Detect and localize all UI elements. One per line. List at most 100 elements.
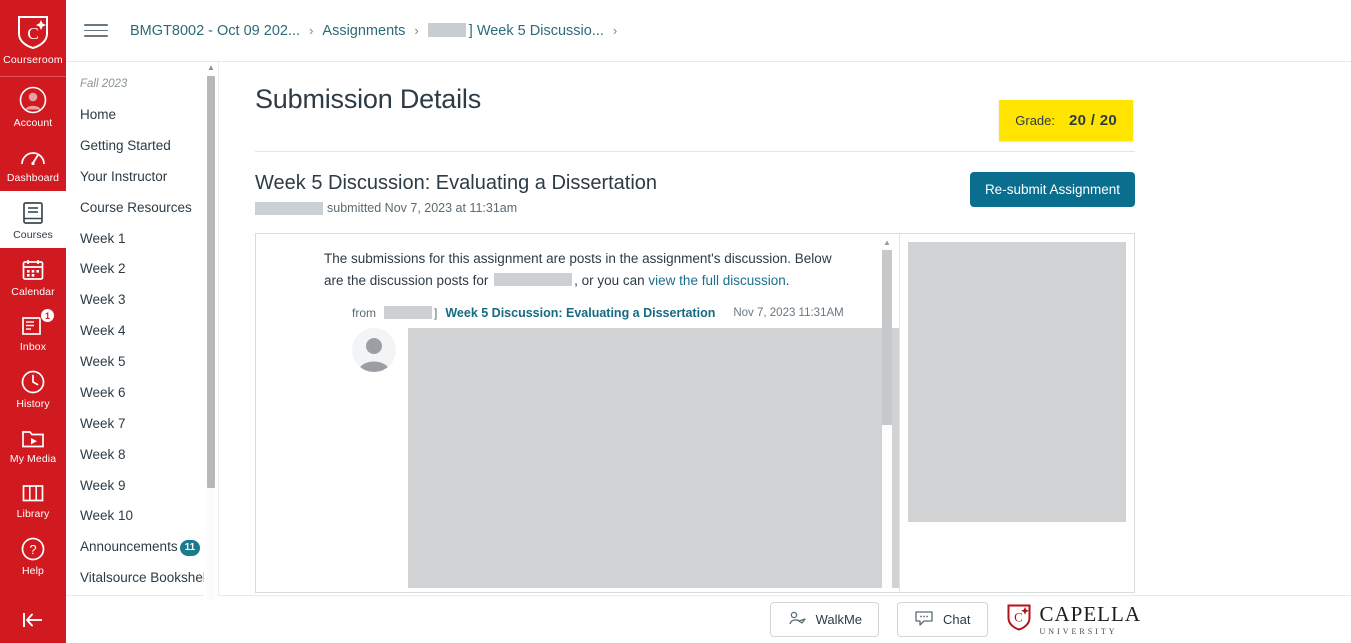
global-nav-label-my-media: My Media — [9, 453, 57, 465]
walkme-button[interactable]: WalkMe — [769, 602, 880, 637]
library-books-icon — [20, 481, 46, 505]
submission-comments-pane — [899, 234, 1134, 592]
courseroom-logo[interactable]: C Courseroom — [0, 0, 66, 77]
course-nav-label-announcements: Announcements — [80, 539, 178, 555]
course-nav-scrollbar[interactable]: ▲ — [204, 64, 218, 600]
breadcrumb-separator: › — [612, 23, 618, 38]
global-nav-label-history: History — [16, 398, 50, 410]
capella-brand-subtitle: UNIVERSITY — [1039, 626, 1118, 636]
breadcrumb-item-assignments[interactable]: Assignments — [322, 23, 405, 39]
global-navigation: C Courseroom Account Dashboard Courses C… — [0, 0, 66, 643]
content-inner: Submission Details Grade: 20 / 20 Week 5… — [255, 84, 1135, 593]
intro-line2-before: are the discussion posts for — [324, 272, 489, 288]
scrollbar-thumb[interactable] — [882, 250, 892, 425]
course-nav-item-week-5[interactable]: Week 5 — [66, 347, 218, 378]
course-nav-item-week-8[interactable]: Week 8 — [66, 440, 218, 471]
breadcrumb-item-assignment[interactable]: ] Week 5 Discussio... — [428, 23, 604, 39]
course-nav-item-week-10[interactable]: Week 10 — [66, 501, 218, 532]
discussion-intro-text: The submissions for this assignment are … — [256, 248, 899, 292]
breadcrumb-separator: › — [414, 23, 419, 38]
calendar-icon — [20, 257, 46, 283]
global-nav-item-help[interactable]: ? Help — [0, 527, 66, 584]
course-nav-item-week-1[interactable]: Week 1 — [66, 224, 218, 255]
svg-text:C: C — [27, 24, 38, 43]
course-nav-item-week-4[interactable]: Week 4 — [66, 316, 218, 347]
resubmit-assignment-button[interactable]: Re-submit Assignment — [969, 172, 1135, 207]
hamburger-menu-icon[interactable] — [84, 16, 114, 46]
global-nav-item-my-media[interactable]: My Media — [0, 417, 66, 472]
body-row: Fall 2023 Home Getting Started Your Inst… — [66, 62, 1351, 600]
chat-label: Chat — [943, 612, 971, 627]
global-nav-label-inbox: Inbox — [19, 341, 47, 353]
footer-bar: WalkMe Chat C CAPELLA UNIVERSITY — [66, 595, 1351, 643]
discussion-post-title[interactable]: Week 5 Discussion: Evaluating a Disserta… — [445, 306, 715, 320]
global-nav-label-library: Library — [16, 508, 50, 520]
course-nav-item-week-3[interactable]: Week 3 — [66, 285, 218, 316]
grade-label: Grade: — [1015, 113, 1056, 128]
global-nav-item-library[interactable]: Library — [0, 472, 66, 527]
global-nav-item-inbox[interactable]: 1 Inbox — [0, 305, 66, 360]
assignment-header: Week 5 Discussion: Evaluating a Disserta… — [255, 152, 1135, 215]
svg-text:C: C — [1014, 610, 1023, 625]
course-nav-item-course-resources[interactable]: Course Resources — [66, 193, 218, 224]
content-area: Submission Details Grade: 20 / 20 Week 5… — [218, 62, 1351, 595]
view-full-discussion-link[interactable]: view the full discussion — [648, 273, 785, 288]
post-bracket: ] — [434, 305, 438, 320]
avatar — [352, 327, 396, 372]
inbox-icon: 1 — [20, 308, 55, 338]
scroll-up-arrow-icon[interactable]: ▲ — [882, 238, 892, 247]
global-nav-item-courses[interactable]: Courses — [0, 191, 66, 248]
submitted-text: submitted Nov 7, 2023 at 11:31am — [327, 201, 518, 215]
assignment-title: Week 5 Discussion: Evaluating a Disserta… — [255, 172, 658, 194]
global-nav-label-calendar: Calendar — [11, 286, 55, 298]
courses-book-icon — [20, 200, 46, 226]
global-nav-item-account[interactable]: Account — [0, 77, 66, 136]
course-nav-item-week-9[interactable]: Week 9 — [66, 471, 218, 502]
courseroom-logo-label: Courseroom — [3, 54, 63, 66]
grade-value: 20 / 20 — [1069, 112, 1117, 129]
breadcrumb-item-course[interactable]: BMGT8002 - Oct 09 202... — [130, 23, 300, 39]
course-nav-item-week-6[interactable]: Week 6 — [66, 378, 218, 409]
course-navigation: Fall 2023 Home Getting Started Your Inst… — [66, 62, 218, 600]
my-media-play-icon — [20, 426, 46, 450]
course-nav-item-week-7[interactable]: Week 7 — [66, 409, 218, 440]
collapse-left-arrow-icon[interactable] — [0, 609, 66, 631]
global-nav-label-dashboard: Dashboard — [6, 172, 60, 184]
course-nav-item-week-2[interactable]: Week 2 — [66, 254, 218, 285]
global-nav-item-history[interactable]: History — [0, 360, 66, 417]
course-nav-item-getting-started[interactable]: Getting Started — [66, 131, 218, 162]
capella-shield-icon: C — [16, 14, 50, 50]
post-from-label: from — [352, 305, 376, 320]
global-nav-label-help: Help — [22, 565, 44, 577]
main-region: BMGT8002 - Oct 09 202... › Assignments ›… — [66, 0, 1351, 643]
course-nav-item-vitalsource-bookshelf[interactable]: Vitalsource Bookshelf — [66, 563, 218, 594]
course-nav-item-announcements[interactable]: Announcements 11 — [66, 532, 218, 563]
redacted-student-name-inline — [494, 272, 573, 286]
scroll-up-arrow-icon[interactable]: ▲ — [207, 64, 215, 72]
intro-line2-end: . — [785, 272, 790, 288]
announcements-badge: 11 — [179, 540, 201, 557]
breadcrumb-bar: BMGT8002 - Oct 09 202... › Assignments ›… — [66, 0, 1351, 62]
dashboard-gauge-icon — [19, 145, 47, 169]
global-nav-label-courses: Courses — [13, 229, 53, 241]
chat-button[interactable]: Chat — [897, 602, 988, 637]
submission-meta: submitted Nov 7, 2023 at 11:31am — [255, 201, 657, 215]
discussion-post-body — [352, 327, 899, 588]
grade-badge: Grade: 20 / 20 — [999, 100, 1133, 141]
course-nav-item-your-instructor[interactable]: Your Instructor — [66, 162, 218, 193]
inbox-badge: 1 — [40, 308, 55, 323]
history-clock-icon — [20, 369, 46, 395]
redacted-post-author — [384, 306, 432, 320]
capella-shield-icon: C — [1006, 603, 1032, 636]
chat-bubble-icon — [914, 610, 934, 629]
discussion-preview-scrollbar[interactable]: ▲ — [881, 238, 893, 588]
breadcrumb-separator: › — [309, 23, 314, 38]
global-nav-item-dashboard[interactable]: Dashboard — [0, 136, 66, 191]
discussion-intro-line-1: The submissions for this assignment are … — [324, 251, 832, 266]
redacted-comments-content — [908, 242, 1126, 522]
scrollbar-thumb[interactable] — [207, 76, 215, 488]
course-term-label: Fall 2023 — [80, 78, 128, 90]
course-nav-item-home[interactable]: Home — [66, 100, 218, 131]
global-nav-item-calendar[interactable]: Calendar — [0, 248, 66, 305]
submission-preview-frame: The submissions for this assignment are … — [255, 233, 1135, 593]
